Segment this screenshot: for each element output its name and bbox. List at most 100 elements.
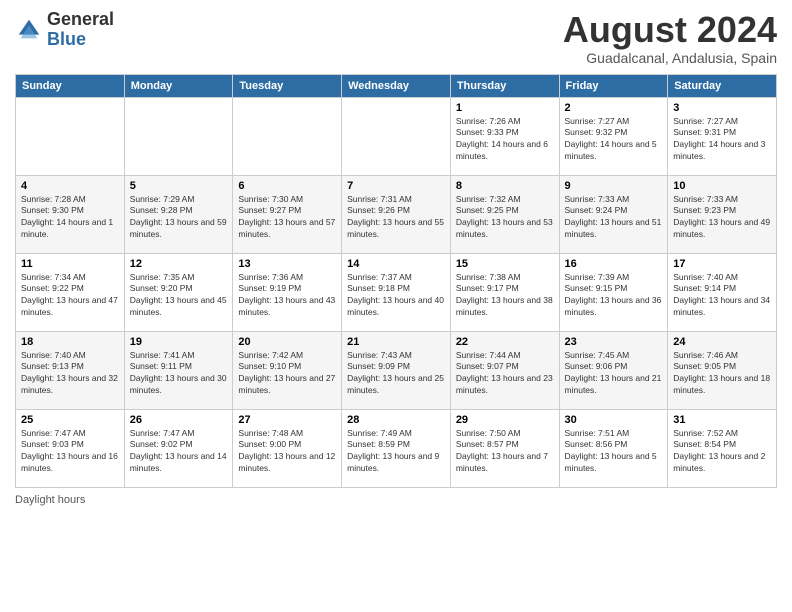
logo: General Blue bbox=[15, 10, 114, 50]
calendar-cell: 7 Sunrise: 7:31 AMSunset: 9:26 PMDaylight… bbox=[342, 175, 451, 253]
day-number: 8 bbox=[456, 180, 554, 192]
calendar-cell: 19Sunrise: 7:41 AMSunset: 9:11 PMDayligh… bbox=[124, 331, 233, 409]
calendar-cell: 21 Sunrise: 7:43 AMSunset: 9:09 PMDayligh… bbox=[342, 331, 451, 409]
day-number: 21 bbox=[347, 336, 445, 348]
calendar-cell: 16Sunrise: 7:39 AMSunset: 9:15 PMDayligh… bbox=[559, 253, 668, 331]
calendar-cell: 30 Sunrise: 7:51 AMSunset: 8:56 PMDayligh… bbox=[559, 409, 668, 487]
calendar-cell: 10Sunrise: 7:33 AMSunset: 9:23 PMDayligh… bbox=[668, 175, 777, 253]
day-number: 10 bbox=[673, 180, 771, 192]
day-info: Sunrise: 7:34 AMSunset: 9:22 PMDaylight:… bbox=[21, 272, 119, 320]
day-info: Sunrise: 7:37 AMSunset: 9:18 PMDaylight:… bbox=[347, 272, 445, 320]
day-number: 4 bbox=[21, 180, 119, 192]
day-info: Sunrise: 7:27 AMSunset: 9:32 PMDaylight:… bbox=[565, 116, 663, 164]
calendar-cell: 26Sunrise: 7:47 AMSunset: 9:02 PMDayligh… bbox=[124, 409, 233, 487]
calendar-cell: 6 Sunrise: 7:30 AMSunset: 9:27 PMDaylight… bbox=[233, 175, 342, 253]
day-number: 5 bbox=[130, 180, 228, 192]
header-day-saturday: Saturday bbox=[668, 74, 777, 97]
day-info: Sunrise: 7:32 AMSunset: 9:25 PMDaylight:… bbox=[456, 194, 554, 242]
day-number: 11 bbox=[21, 258, 119, 270]
day-number: 28 bbox=[347, 414, 445, 426]
day-info: Sunrise: 7:50 AMSunset: 8:57 PMDaylight:… bbox=[456, 428, 554, 476]
footer: Daylight hours bbox=[15, 494, 777, 506]
calendar-cell: 25 Sunrise: 7:47 AMSunset: 9:03 PMDayligh… bbox=[16, 409, 125, 487]
day-number: 14 bbox=[347, 258, 445, 270]
calendar-cell: 4Sunrise: 7:28 AMSunset: 9:30 PMDaylight… bbox=[16, 175, 125, 253]
calendar-header-row: SundayMondayTuesdayWednesdayThursdayFrid… bbox=[16, 74, 777, 97]
calendar-cell bbox=[233, 97, 342, 175]
calendar-table: SundayMondayTuesdayWednesdayThursdayFrid… bbox=[15, 74, 777, 488]
calendar-cell: 2 Sunrise: 7:27 AMSunset: 9:32 PMDaylight… bbox=[559, 97, 668, 175]
day-number: 30 bbox=[565, 414, 663, 426]
day-info: Sunrise: 7:30 AMSunset: 9:27 PMDaylight:… bbox=[238, 194, 336, 242]
day-info: Sunrise: 7:43 AMSunset: 9:09 PMDaylight:… bbox=[347, 350, 445, 398]
day-info: Sunrise: 7:40 AMSunset: 9:13 PMDaylight:… bbox=[21, 350, 119, 398]
day-info: Sunrise: 7:52 AMSunset: 8:54 PMDaylight:… bbox=[673, 428, 771, 476]
subtitle: Guadalcanal, Andalusia, Spain bbox=[563, 50, 777, 66]
calendar-cell: 11 Sunrise: 7:34 AMSunset: 9:22 PMDayligh… bbox=[16, 253, 125, 331]
daylight-label: Daylight hours bbox=[15, 494, 85, 506]
day-number: 20 bbox=[238, 336, 336, 348]
header-day-wednesday: Wednesday bbox=[342, 74, 451, 97]
day-info: Sunrise: 7:38 AMSunset: 9:17 PMDaylight:… bbox=[456, 272, 554, 320]
calendar-cell: 24Sunrise: 7:46 AMSunset: 9:05 PMDayligh… bbox=[668, 331, 777, 409]
header: General Blue August 2024 Guadalcanal, An… bbox=[15, 10, 777, 66]
day-info: Sunrise: 7:44 AMSunset: 9:07 PMDaylight:… bbox=[456, 350, 554, 398]
week-row-5: 25 Sunrise: 7:47 AMSunset: 9:03 PMDayligh… bbox=[16, 409, 777, 487]
logo-icon bbox=[15, 16, 43, 44]
week-row-2: 4Sunrise: 7:28 AMSunset: 9:30 PMDaylight… bbox=[16, 175, 777, 253]
main-title: August 2024 bbox=[563, 10, 777, 50]
day-number: 2 bbox=[565, 102, 663, 114]
day-number: 3 bbox=[673, 102, 771, 114]
calendar-cell: 5Sunrise: 7:29 AMSunset: 9:28 PMDaylight… bbox=[124, 175, 233, 253]
day-info: Sunrise: 7:27 AMSunset: 9:31 PMDaylight:… bbox=[673, 116, 771, 164]
day-number: 7 bbox=[347, 180, 445, 192]
day-number: 19 bbox=[130, 336, 228, 348]
day-info: Sunrise: 7:49 AMSunset: 8:59 PMDaylight:… bbox=[347, 428, 445, 476]
header-day-tuesday: Tuesday bbox=[233, 74, 342, 97]
day-info: Sunrise: 7:47 AMSunset: 9:02 PMDaylight:… bbox=[130, 428, 228, 476]
day-number: 25 bbox=[21, 414, 119, 426]
week-row-1: 1 Sunrise: 7:26 AMSunset: 9:33 PMDaylight… bbox=[16, 97, 777, 175]
day-info: Sunrise: 7:42 AMSunset: 9:10 PMDaylight:… bbox=[238, 350, 336, 398]
calendar-cell bbox=[124, 97, 233, 175]
calendar-cell: 8 Sunrise: 7:32 AMSunset: 9:25 PMDaylight… bbox=[450, 175, 559, 253]
header-day-friday: Friday bbox=[559, 74, 668, 97]
calendar-cell: 18Sunrise: 7:40 AMSunset: 9:13 PMDayligh… bbox=[16, 331, 125, 409]
day-number: 31 bbox=[673, 414, 771, 426]
calendar-cell: 13Sunrise: 7:36 AMSunset: 9:19 PMDayligh… bbox=[233, 253, 342, 331]
calendar-cell: 23 Sunrise: 7:45 AMSunset: 9:06 PMDayligh… bbox=[559, 331, 668, 409]
page: General Blue August 2024 Guadalcanal, An… bbox=[0, 0, 792, 612]
day-info: Sunrise: 7:45 AMSunset: 9:06 PMDaylight:… bbox=[565, 350, 663, 398]
logo-blue-text: Blue bbox=[47, 29, 86, 49]
calendar-cell: 9 Sunrise: 7:33 AMSunset: 9:24 PMDaylight… bbox=[559, 175, 668, 253]
calendar-cell: 12Sunrise: 7:35 AMSunset: 9:20 PMDayligh… bbox=[124, 253, 233, 331]
day-info: Sunrise: 7:48 AMSunset: 9:00 PMDaylight:… bbox=[238, 428, 336, 476]
header-day-monday: Monday bbox=[124, 74, 233, 97]
day-number: 16 bbox=[565, 258, 663, 270]
calendar-cell: 31 Sunrise: 7:52 AMSunset: 8:54 PMDayligh… bbox=[668, 409, 777, 487]
day-number: 9 bbox=[565, 180, 663, 192]
calendar-cell bbox=[16, 97, 125, 175]
title-block: August 2024 Guadalcanal, Andalusia, Spai… bbox=[563, 10, 777, 66]
day-info: Sunrise: 7:26 AMSunset: 9:33 PMDaylight:… bbox=[456, 116, 554, 164]
day-number: 27 bbox=[238, 414, 336, 426]
calendar-cell: 20 Sunrise: 7:42 AMSunset: 9:10 PMDayligh… bbox=[233, 331, 342, 409]
header-day-sunday: Sunday bbox=[16, 74, 125, 97]
day-info: Sunrise: 7:51 AMSunset: 8:56 PMDaylight:… bbox=[565, 428, 663, 476]
logo-general-text: General bbox=[47, 9, 114, 29]
day-info: Sunrise: 7:31 AMSunset: 9:26 PMDaylight:… bbox=[347, 194, 445, 242]
calendar-cell: 1 Sunrise: 7:26 AMSunset: 9:33 PMDaylight… bbox=[450, 97, 559, 175]
day-number: 22 bbox=[456, 336, 554, 348]
day-number: 6 bbox=[238, 180, 336, 192]
day-number: 23 bbox=[565, 336, 663, 348]
day-number: 12 bbox=[130, 258, 228, 270]
day-number: 1 bbox=[456, 102, 554, 114]
day-info: Sunrise: 7:47 AMSunset: 9:03 PMDaylight:… bbox=[21, 428, 119, 476]
calendar-cell: 15 Sunrise: 7:38 AMSunset: 9:17 PMDayligh… bbox=[450, 253, 559, 331]
calendar-cell: 22 Sunrise: 7:44 AMSunset: 9:07 PMDayligh… bbox=[450, 331, 559, 409]
day-number: 15 bbox=[456, 258, 554, 270]
header-day-thursday: Thursday bbox=[450, 74, 559, 97]
day-number: 24 bbox=[673, 336, 771, 348]
day-number: 17 bbox=[673, 258, 771, 270]
day-info: Sunrise: 7:33 AMSunset: 9:24 PMDaylight:… bbox=[565, 194, 663, 242]
